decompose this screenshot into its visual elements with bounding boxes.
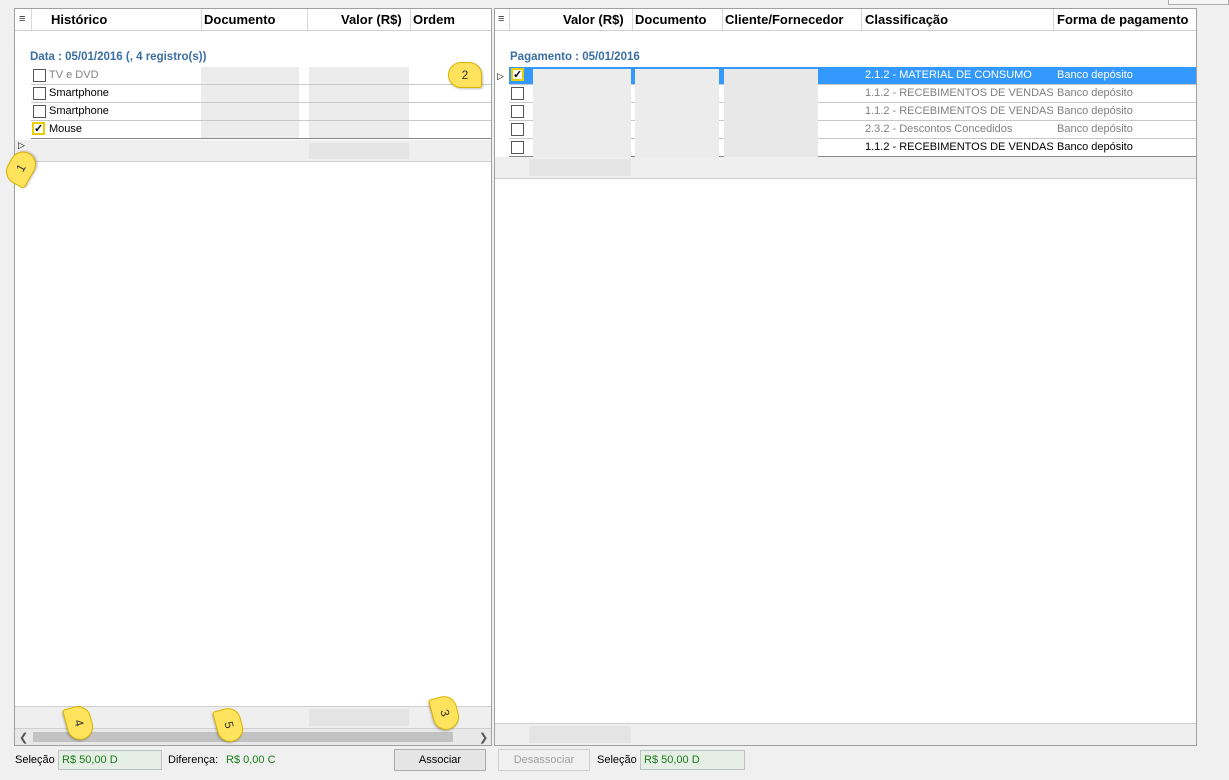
col-documento[interactable]: Documento — [635, 12, 707, 27]
current-row-indicator-icon: ▷ — [497, 71, 504, 81]
desassociar-button[interactable]: Desassociar — [498, 749, 590, 771]
current-row-indicator-icon: ▷ — [18, 140, 25, 150]
column-chooser-icon[interactable]: ≡ — [498, 13, 504, 25]
selecao-right-label: Seleção — [597, 754, 637, 766]
summary-row — [495, 157, 1196, 179]
col-historico[interactable]: Histórico — [51, 12, 107, 27]
redacted-summary — [309, 143, 409, 159]
diferenca-label: Diferença: — [168, 754, 219, 766]
historico-cell: Smartphone — [49, 105, 109, 117]
redacted-total — [529, 726, 631, 743]
classificacao-cell: 2.1.2 - MATERIAL DE CONSUMO — [865, 69, 1032, 81]
row-checkbox[interactable] — [511, 141, 524, 154]
forma-pagamento-cell: Banco depósito — [1057, 141, 1133, 153]
row-checkbox[interactable] — [511, 105, 524, 118]
col-valor[interactable]: Valor (R$) — [341, 12, 402, 27]
col-valor[interactable]: Valor (R$) — [563, 12, 624, 27]
redacted-summary — [529, 159, 631, 176]
classificacao-cell: 1.1.2 - RECEBIMENTOS DE VENDAS — [865, 87, 1053, 99]
right-grid-header: ≡ Valor (R$) Documento Cliente/Fornecedo… — [495, 9, 1196, 31]
footer-summary-bar — [495, 723, 1196, 745]
group-row-pagamento: Pagamento : 05/01/2016 — [510, 51, 640, 63]
scroll-thumb[interactable] — [33, 732, 453, 742]
column-chooser-icon[interactable]: ≡ — [19, 13, 25, 25]
col-forma-pagamento[interactable]: Forma de pagamento — [1057, 12, 1188, 27]
redacted-valor — [533, 69, 631, 157]
col-cliente-fornecedor[interactable]: Cliente/Fornecedor — [725, 12, 843, 27]
forma-pagamento-cell: Banco depósito — [1057, 87, 1133, 99]
row-checkbox[interactable] — [511, 123, 524, 136]
col-documento[interactable]: Documento — [204, 12, 276, 27]
selecao-value-left: R$ 50,00 D — [58, 750, 162, 770]
forma-pagamento-cell: Banco depósito — [1057, 105, 1133, 117]
row-checkbox[interactable] — [33, 69, 46, 82]
forma-pagamento-cell: Banco depósito — [1057, 69, 1133, 81]
historico-cell: Mouse — [49, 123, 83, 135]
row-checkbox[interactable] — [33, 105, 46, 118]
scroll-left-icon[interactable]: ❮ — [19, 731, 28, 744]
row-checkbox[interactable] — [33, 87, 46, 100]
table-row[interactable]: Smartphone — [31, 85, 491, 103]
diferenca-value: R$ 0,00 C — [226, 754, 276, 766]
scroll-right-icon[interactable]: ❯ — [479, 731, 488, 744]
classificacao-cell: 2.3.2 - Descontos Concedidos — [865, 123, 1013, 135]
table-row[interactable]: Smartphone — [31, 103, 491, 121]
col-classificacao[interactable]: Classificação — [865, 12, 948, 27]
classificacao-cell: 1.1.2 - RECEBIMENTOS DE VENDAS — [865, 141, 1053, 153]
left-grid-header: ≡ Histórico Documento Valor (R$) Ordem — [15, 9, 491, 31]
redacted-total — [309, 709, 409, 726]
historico-cell: Smartphone — [49, 87, 109, 99]
row-checkbox[interactable] — [511, 87, 524, 100]
right-grid[interactable]: ≡ Valor (R$) Documento Cliente/Fornecedo… — [494, 8, 1197, 746]
callout-2: 2 — [448, 62, 482, 88]
forma-pagamento-cell: Banco depósito — [1057, 123, 1133, 135]
associar-button[interactable]: Associar — [394, 749, 486, 771]
redacted-cliente — [724, 69, 818, 157]
summary-row: ▷ — [15, 140, 491, 162]
row-checkbox-checked[interactable]: ✓ — [32, 122, 45, 135]
col-ordem[interactable]: Ordem — [413, 12, 455, 27]
redacted-documento — [635, 69, 719, 157]
left-grid[interactable]: ≡ Histórico Documento Valor (R$) Ordem D… — [14, 8, 492, 746]
row-checkbox-checked[interactable]: ✓ — [511, 68, 524, 81]
selecao-value-right: R$ 50,00 D — [640, 750, 745, 770]
historico-cell: TV e DVD — [49, 69, 99, 81]
classificacao-cell: 1.1.2 - RECEBIMENTOS DE VENDAS — [865, 105, 1053, 117]
table-row[interactable]: TV e DVD — [31, 67, 491, 85]
top-right-tab — [1168, 0, 1229, 5]
table-row[interactable]: ✓ Mouse — [31, 121, 491, 139]
selecao-label: Seleção — [15, 754, 55, 766]
group-row-date: Data : 05/01/2016 (, 4 registro(s)) — [30, 51, 207, 63]
